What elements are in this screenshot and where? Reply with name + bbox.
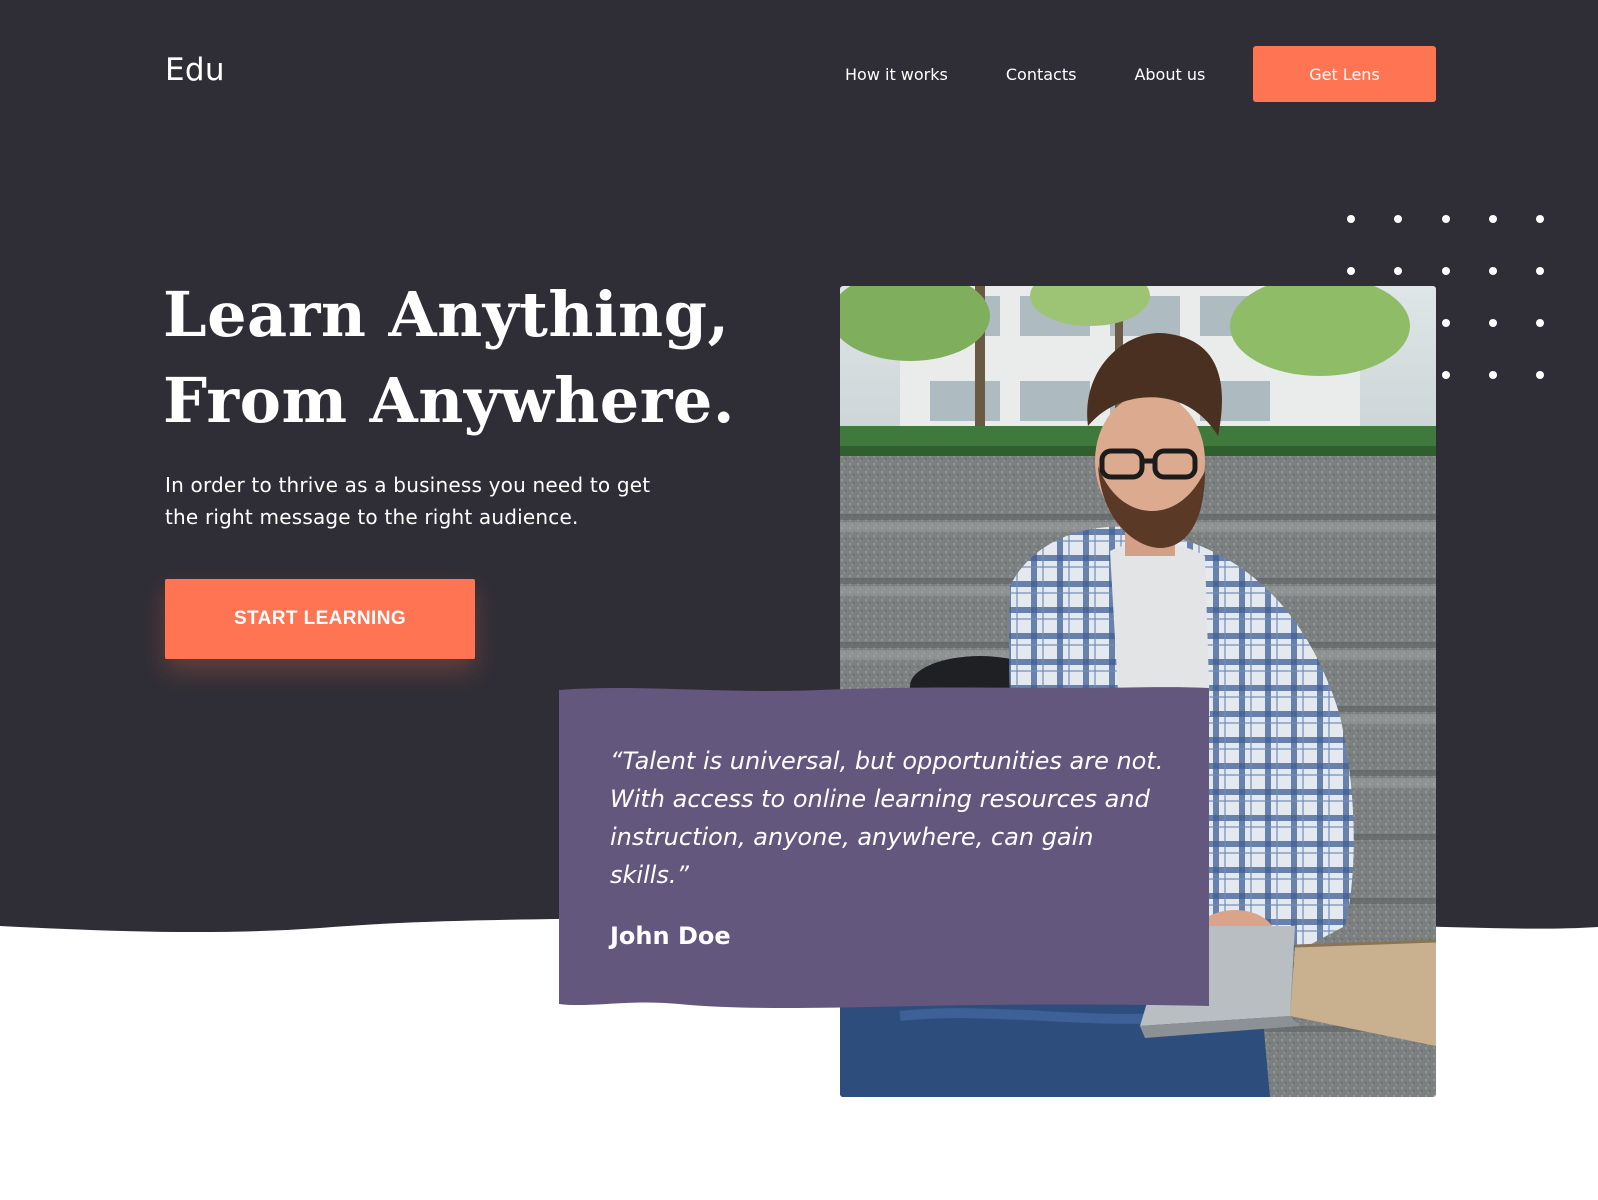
quote-author: John Doe (610, 922, 731, 950)
get-lens-button[interactable]: Get Lens (1253, 46, 1436, 102)
headline-line-2: From Anywhere. (163, 364, 735, 437)
hero-headline: Learn Anything, From Anywhere. (163, 272, 803, 444)
subtext-line-2: the right message to the right audience. (165, 505, 579, 529)
nav-link-contacts[interactable]: Contacts (1006, 65, 1077, 84)
main-nav: How it works Contacts About us (845, 46, 1205, 102)
start-learning-button[interactable]: START LEARNING (165, 579, 475, 659)
headline-line-1: Learn Anything, (163, 278, 730, 351)
testimonial-card: “Talent is universal, but opportunities … (559, 686, 1209, 1012)
nav-link-about-us[interactable]: About us (1134, 65, 1205, 84)
hero-subtext: In order to thrive as a business you nee… (165, 469, 685, 533)
landing-page: Edu How it works Contacts About us Get L… (0, 0, 1598, 1200)
subtext-line-1: In order to thrive as a business you nee… (165, 473, 651, 497)
quote-text: “Talent is universal, but opportunities … (610, 747, 1164, 889)
brand-logo[interactable]: Edu (165, 52, 225, 88)
nav-link-how-it-works[interactable]: How it works (845, 65, 948, 84)
